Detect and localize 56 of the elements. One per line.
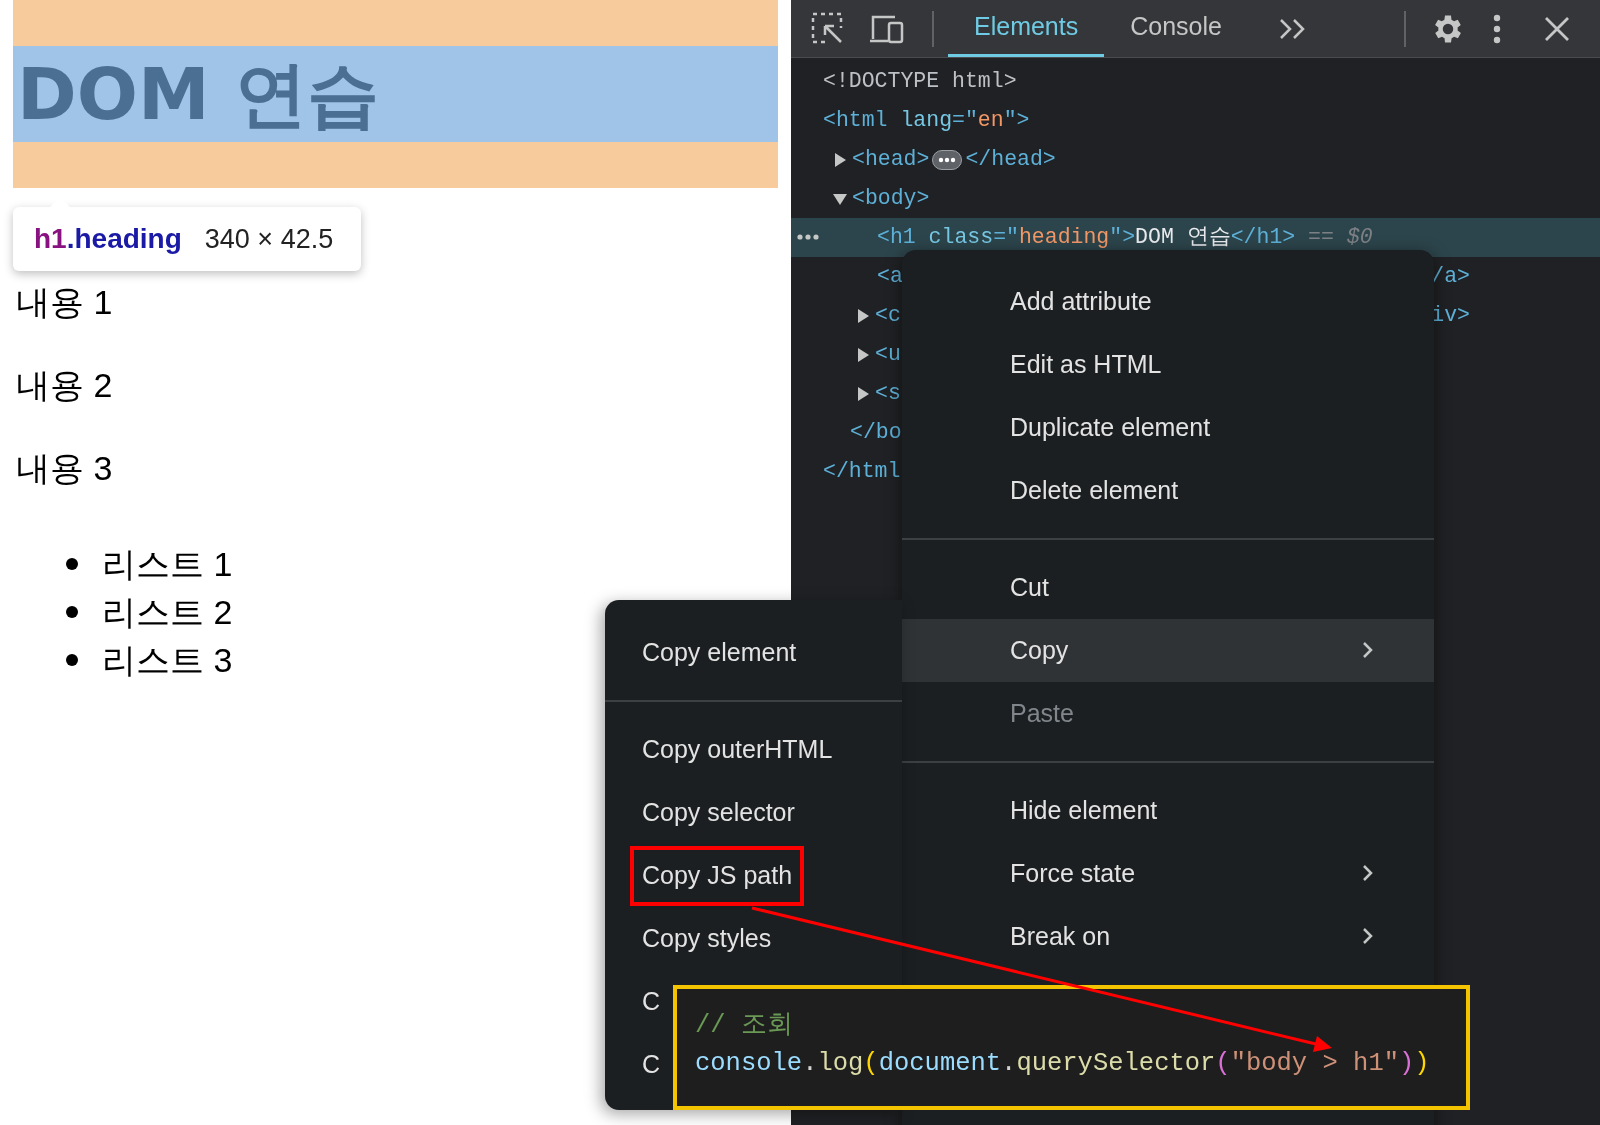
context-menu-item[interactable]: Delete element [902, 459, 1434, 522]
devtools-tab[interactable]: Console [1104, 0, 1248, 57]
closing-tag[interactable]: </bo [850, 416, 902, 449]
collapsed-arrow-icon[interactable] [855, 346, 871, 363]
dom-node-line[interactable]: <u [875, 338, 901, 371]
list-item-text: 리스트 1 [102, 544, 233, 584]
dom-node-line[interactable]: <s [875, 377, 901, 410]
dom-node-line[interactable]: <c [875, 299, 901, 332]
context-menu-item[interactable]: Copy [902, 619, 1434, 682]
context-menu-item[interactable]: Force state [902, 842, 1434, 905]
element-selector: h1.heading [34, 222, 182, 256]
chevron-right-icon [1362, 864, 1374, 882]
context-menu-item[interactable]: Duplicate element [902, 396, 1434, 459]
context-menu-item[interactable]: Edit as HTML [902, 333, 1434, 396]
code-comment: // 조회 [695, 1010, 793, 1042]
submenu-item[interactable]: Copy JS path [630, 845, 805, 906]
submenu-item[interactable]: Copy styles [630, 908, 784, 969]
closing-tag[interactable]: </html [823, 455, 901, 488]
dom-node-line[interactable]: <!DOCTYPE html> [823, 65, 1017, 98]
context-menu-item[interactable]: Break on [902, 905, 1434, 968]
dom-node-line[interactable]: <a [877, 260, 903, 293]
code-line: console.log(document.querySelector("body > h1")) [695, 1048, 1430, 1080]
submenu-item[interactable]: C [630, 1034, 673, 1095]
close-icon[interactable] [1543, 15, 1570, 42]
collapsed-arrow-icon[interactable] [855, 385, 871, 402]
dom-node-line[interactable]: <html lang="en"> [823, 104, 1030, 137]
bullet-icon [66, 558, 78, 570]
inspect-element-icon[interactable] [811, 11, 845, 46]
bullet-icon [66, 654, 78, 666]
list-item-text: 리스트 2 [102, 592, 233, 632]
paragraph-text: 내용 2 [16, 365, 113, 405]
dom-node-line[interactable]: <head> </head> [852, 143, 1056, 176]
ellipsis-badge[interactable] [932, 149, 963, 170]
devtools-tab[interactable]: Elements [948, 0, 1105, 57]
chevron-right-icon [1362, 927, 1374, 945]
context-menu-item[interactable]: Hide element [902, 779, 1434, 842]
row-actions-icon[interactable] [797, 234, 819, 240]
page-heading: DOM 연습 [16, 58, 379, 130]
chevron-right-icon [1362, 641, 1374, 659]
dom-node-line-end[interactable]: iv> [1431, 299, 1470, 332]
submenu-item[interactable]: C [630, 971, 673, 1032]
more-options-icon[interactable] [1492, 13, 1501, 44]
submenu-item[interactable]: Copy outerHTML [630, 719, 845, 780]
collapsed-arrow-icon[interactable] [855, 307, 871, 324]
paragraph-text: 내용 1 [16, 282, 113, 322]
paragraph-text: 내용 3 [16, 448, 113, 488]
context-menu-item[interactable]: Cut [902, 556, 1434, 619]
submenu-item[interactable]: Copy element [630, 622, 809, 683]
dom-node-line-end[interactable]: /a> [1431, 260, 1470, 293]
list-item-text: 리스트 3 [102, 640, 233, 680]
dom-node-line[interactable]: <body> [852, 182, 930, 215]
context-menu-item[interactable]: Add attribute [902, 270, 1434, 333]
element-size: 340 × 42.5 [204, 222, 334, 256]
bullet-icon [66, 606, 78, 618]
collapsed-arrow-icon[interactable] [832, 151, 848, 168]
submenu-item[interactable]: Copy selector [630, 782, 807, 843]
